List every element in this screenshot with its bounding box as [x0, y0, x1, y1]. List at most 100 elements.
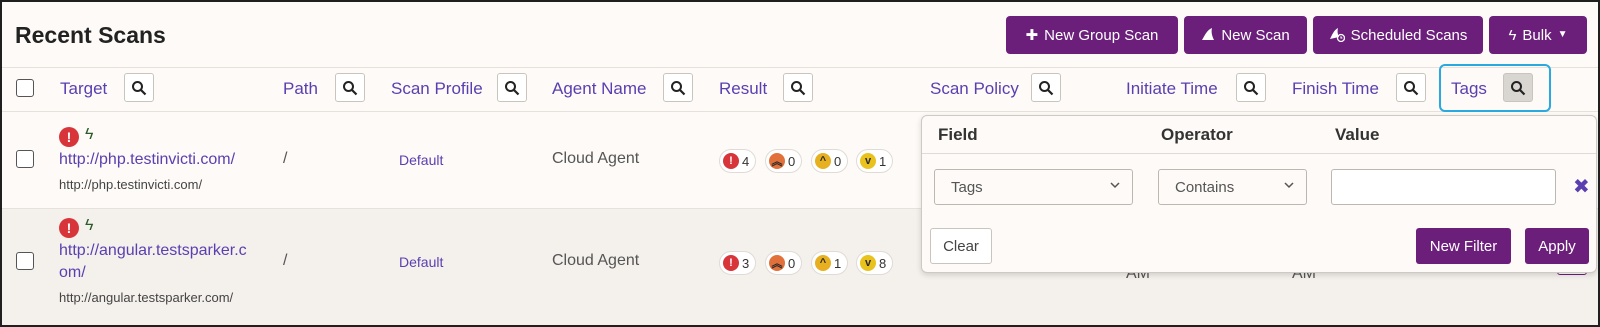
target-link[interactable]: http://php.testinvicti.com/ [59, 149, 235, 171]
agent-name-cell: Cloud Agent [552, 252, 640, 269]
chevron-down-icon [1110, 182, 1120, 189]
apply-button[interactable]: Apply [1525, 228, 1589, 264]
medium-count: 1 [834, 255, 842, 271]
bulk-label: Bulk [1522, 26, 1552, 44]
target-url: http://angular.testsparker.com/ [59, 290, 234, 305]
critical-alert-icon: ! [59, 218, 79, 238]
critical-count: 3 [742, 255, 750, 271]
result-search-button[interactable] [783, 73, 813, 102]
low-count: 1 [879, 153, 887, 169]
plus-icon: ✚ [1025, 26, 1039, 44]
caret-down-icon: ▼ [1557, 29, 1568, 40]
column-finish-time[interactable]: Finish Time [1292, 79, 1379, 99]
low-count-badge: v 1 [856, 149, 894, 173]
search-icon [791, 80, 806, 95]
medium-count: 0 [834, 153, 842, 169]
column-agent-name[interactable]: Agent Name [552, 79, 647, 99]
clear-button[interactable]: Clear [930, 228, 992, 264]
column-scan-policy[interactable]: Scan Policy [930, 79, 1019, 99]
scan-profile-search-button[interactable] [497, 73, 527, 102]
row-checkbox[interactable] [16, 252, 34, 270]
search-icon [132, 80, 147, 95]
value-input[interactable] [1331, 169, 1556, 205]
scheduled-scans-label: Scheduled Scans [1350, 26, 1468, 44]
path-search-button[interactable] [335, 73, 365, 102]
target-url: http://php.testinvicti.com/ [59, 177, 203, 192]
operator-header: Operator [1161, 125, 1233, 144]
low-count: 8 [879, 255, 887, 271]
search-icon [1244, 80, 1259, 95]
select-all-checkbox[interactable] [16, 79, 34, 97]
chevron-down-icon: v [860, 153, 876, 169]
target-link-line-1: http://angular.testsparker.c [59, 242, 247, 259]
high-count-badge: ︽ 0 [765, 149, 803, 173]
scheduled-scans-button[interactable]: Scheduled Scans [1313, 16, 1483, 54]
field-select[interactable]: Tags [934, 169, 1133, 205]
medium-count-badge: ^ 1 [811, 251, 849, 275]
agent-name-search-button[interactable] [663, 73, 693, 102]
bulk-button[interactable]: ϟ Bulk ▼ [1489, 16, 1587, 54]
search-icon [671, 80, 686, 95]
search-icon [1039, 80, 1054, 95]
new-filter-button[interactable]: New Filter [1416, 228, 1511, 264]
page-title: Recent Scans [15, 22, 166, 48]
double-chevron-up-icon: ︽ [769, 153, 785, 169]
chevron-down-icon [1284, 182, 1294, 189]
chevron-up-icon: ^ [815, 255, 831, 271]
field-select-value: Tags [951, 178, 983, 196]
agent-name-cell: Cloud Agent [552, 150, 640, 167]
new-scan-button[interactable]: New Scan [1184, 16, 1307, 54]
finish-time-search-button[interactable] [1396, 73, 1426, 102]
tags-focus-ring [1439, 64, 1551, 112]
critical-count-badge: ! 3 [719, 251, 757, 275]
scan-policy-search-button[interactable] [1031, 73, 1061, 102]
scheduled-icon [1329, 26, 1345, 45]
critical-count-badge: ! 4 [719, 149, 757, 173]
field-header: Field [938, 125, 978, 144]
column-target[interactable]: Target [60, 79, 107, 99]
target-search-button[interactable] [124, 73, 154, 102]
critical-count: 4 [742, 153, 750, 169]
chevron-down-icon: v [860, 255, 876, 271]
medium-count-badge: ^ 0 [811, 149, 849, 173]
search-icon [1404, 80, 1419, 95]
scan-profile-link[interactable]: Default [399, 254, 443, 270]
critical-alert-icon: ! [59, 127, 79, 147]
table-header: Target Path Scan Profile Agent Name Resu… [2, 67, 1598, 112]
bolt-icon: ϟ [85, 126, 94, 143]
high-count: 0 [788, 153, 796, 169]
target-link[interactable]: http://angular.testsparker.c om/ [59, 240, 247, 284]
new-group-scan-label: New Group Scan [1044, 26, 1159, 44]
recent-scans-panel: Recent Scans ✚ New Group Scan New Scan S… [0, 0, 1600, 327]
value-header: Value [1335, 125, 1380, 144]
new-group-scan-button[interactable]: ✚ New Group Scan [1006, 16, 1178, 54]
column-path[interactable]: Path [283, 79, 318, 99]
column-initiate-time[interactable]: Initiate Time [1126, 79, 1218, 99]
search-icon [505, 80, 520, 95]
search-icon [343, 80, 358, 95]
initiate-time-search-button[interactable] [1236, 73, 1266, 102]
filter-header: Field Operator Value [922, 116, 1596, 154]
operator-select[interactable]: Contains [1158, 169, 1307, 205]
low-count-badge: v 8 [856, 251, 894, 275]
tags-filter-popover: Field Operator Value Tags Contains ✖ Cle… [921, 115, 1597, 273]
new-scan-label: New Scan [1221, 26, 1290, 44]
chevron-up-icon: ^ [815, 153, 831, 169]
critical-icon: ! [723, 255, 739, 271]
target-link-line-2: om/ [59, 264, 86, 281]
shark-fin-icon [1201, 27, 1215, 44]
critical-icon: ! [723, 153, 739, 169]
path-cell: / [283, 150, 288, 167]
bolt-icon: ϟ [1508, 26, 1517, 44]
path-cell: / [283, 252, 288, 269]
double-chevron-up-icon: ︽ [769, 255, 785, 271]
bolt-icon: ϟ [85, 217, 94, 234]
remove-filter-icon[interactable]: ✖ [1573, 174, 1590, 199]
scan-profile-link[interactable]: Default [399, 152, 443, 168]
column-result[interactable]: Result [719, 79, 767, 99]
high-count: 0 [788, 255, 796, 271]
column-scan-profile[interactable]: Scan Profile [391, 79, 483, 99]
row-checkbox[interactable] [16, 150, 34, 168]
operator-select-value: Contains [1175, 178, 1235, 196]
high-count-badge: ︽ 0 [765, 251, 803, 275]
